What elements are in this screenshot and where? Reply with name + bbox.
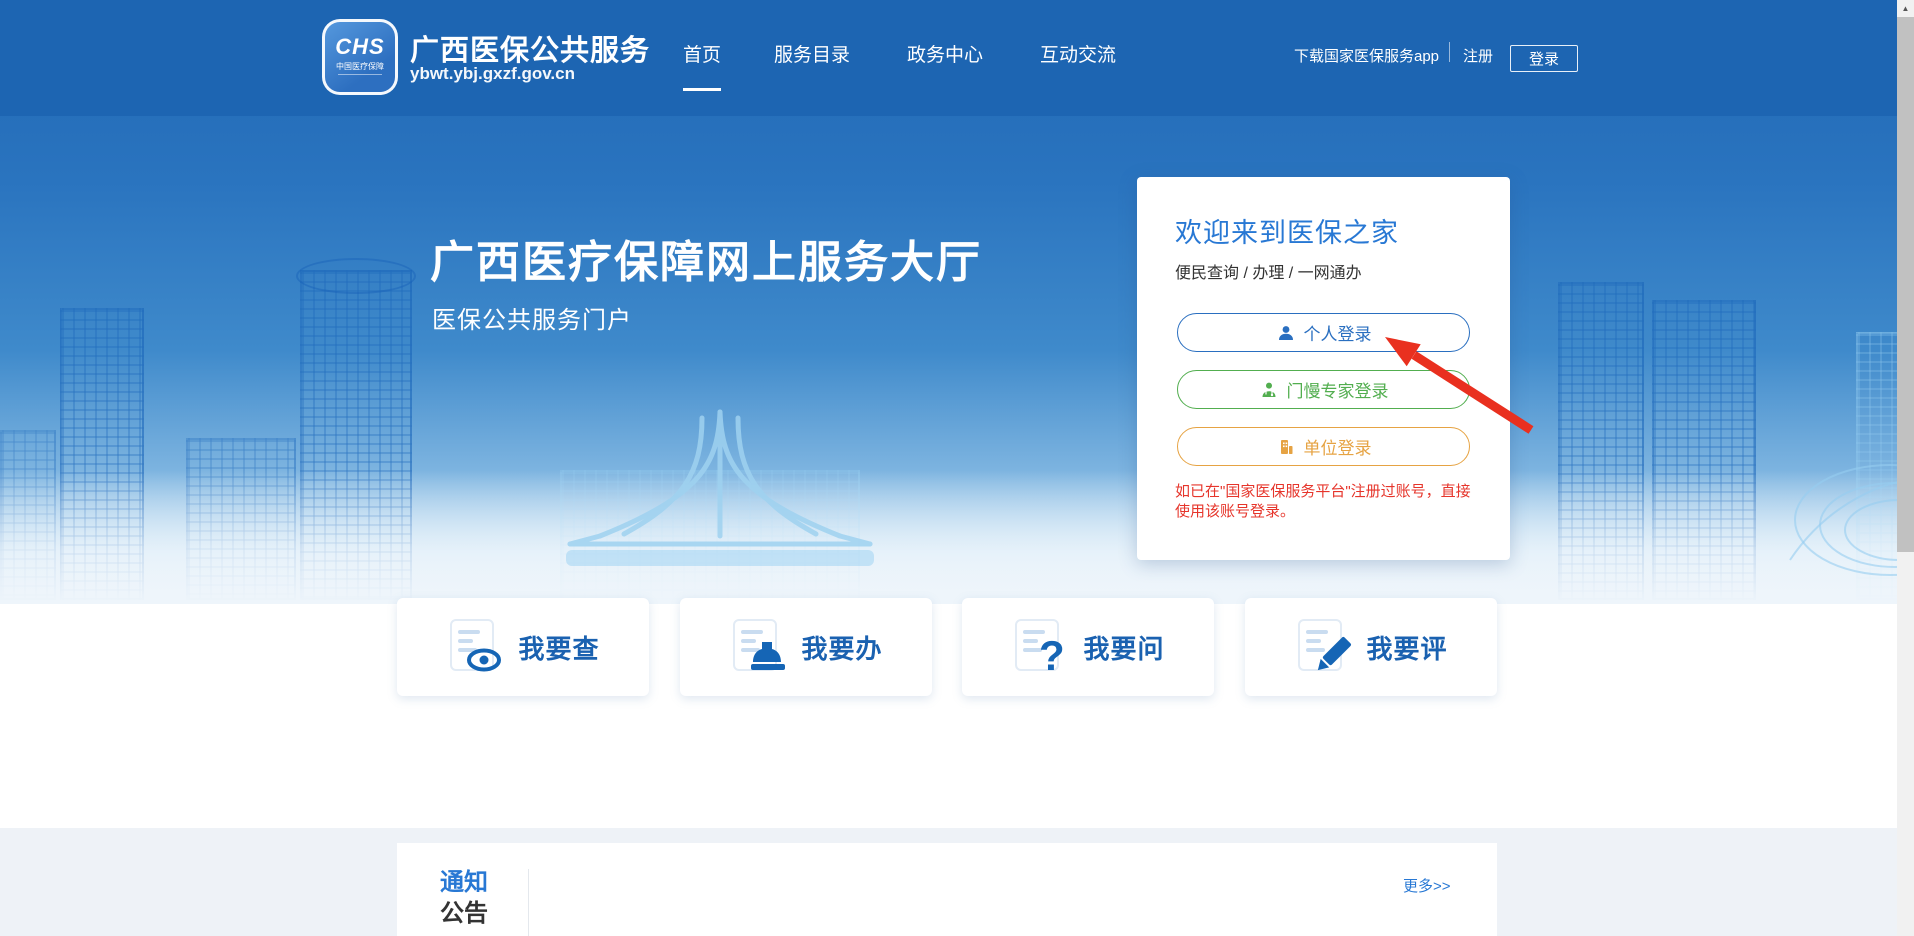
svg-text:?: ? [1039, 632, 1065, 676]
quick-action-query-label: 我要查 [518, 629, 599, 666]
quick-action-review[interactable]: 我要评 [1245, 598, 1497, 696]
nav-divider [1449, 42, 1450, 62]
person-icon [1276, 323, 1296, 343]
quick-action-handle[interactable]: 我要办 [680, 598, 932, 696]
chs-logo: CHS 中国医疗保障 [322, 19, 398, 95]
quick-action-ask-label: 我要问 [1083, 629, 1164, 666]
notice-title-line1: 通知 [440, 867, 488, 898]
expert-login-label: 门慢专家登录 [1287, 377, 1389, 402]
page-scrollbar[interactable]: ▲ [1897, 0, 1914, 936]
nav-item-home-label: 首页 [683, 45, 721, 66]
eye-icon [446, 618, 504, 676]
quick-action-handle-label: 我要办 [801, 629, 882, 666]
logo-subtext: 中国医疗保障 [336, 61, 384, 72]
notice-more-link[interactable]: 更多>> [1403, 875, 1451, 896]
scrollbar-up-arrow[interactable]: ▲ [1897, 0, 1914, 17]
page: CHS 中国医疗保障 广西医保公共服务 ybwt.ybj.gxzf.gov.cn… [0, 0, 1914, 936]
nav-item-home[interactable]: 首页 [683, 40, 721, 67]
stamp-icon [729, 618, 787, 676]
logo-divider [338, 74, 382, 79]
hero-fade [0, 470, 1914, 604]
unit-login-label: 单位登录 [1304, 434, 1372, 459]
welcome-subtitle: 便民查询 / 办理 / 一网通办 [1175, 259, 1362, 283]
nav-item-gov-center[interactable]: 政务中心 [907, 40, 983, 67]
nav-item-service-catalog[interactable]: 服务目录 [774, 40, 850, 67]
content-background [0, 604, 1914, 828]
quick-action-query[interactable]: 我要查 [397, 598, 649, 696]
question-icon: ? [1011, 618, 1069, 676]
notice-card: 通知 公告 更多>> [397, 843, 1497, 936]
notice-title: 通知 公告 [440, 867, 488, 929]
personal-login-label: 个人登录 [1304, 320, 1372, 345]
personal-login-button[interactable]: 个人登录 [1177, 313, 1470, 352]
nav-item-interaction-label: 互动交流 [1040, 45, 1116, 66]
notice-title-line2: 公告 [440, 898, 488, 929]
quick-action-review-label: 我要评 [1366, 629, 1447, 666]
download-app-link[interactable]: 下载国家医保服务app [1294, 45, 1439, 66]
quick-action-ask[interactable]: ? 我要问 [962, 598, 1214, 696]
notice-divider [528, 869, 529, 936]
logo-text: CHS [335, 36, 384, 58]
top-navbar: CHS 中国医疗保障 广西医保公共服务 ybwt.ybj.gxzf.gov.cn… [0, 0, 1914, 116]
scrollbar-thumb[interactable] [1897, 17, 1914, 552]
active-tab-underline [683, 88, 721, 91]
hero-subtitle: 医保公共服务门户 [432, 300, 632, 335]
site-title: 广西医保公共服务 [410, 27, 650, 69]
unit-login-button[interactable]: 单位登录 [1177, 427, 1470, 466]
building-icon [1276, 437, 1296, 457]
expert-login-button[interactable]: 门慢专家登录 [1177, 370, 1470, 409]
login-button[interactable]: 登录 [1510, 45, 1578, 72]
welcome-login-card: 欢迎来到医保之家 便民查询 / 办理 / 一网通办 个人登录 门慢专家登录 单位… [1137, 177, 1510, 560]
account-note: 如已在"国家医保服务平台"注册过账号，直接使用该账号登录。 [1175, 482, 1480, 522]
hero-title: 广西医疗保障网上服务大厅 [430, 226, 982, 290]
nav-item-interaction[interactable]: 互动交流 [1040, 40, 1116, 67]
nav-item-gov-label: 政务中心 [907, 45, 983, 66]
welcome-title: 欢迎来到医保之家 [1175, 211, 1399, 250]
site-url: ybwt.ybj.gxzf.gov.cn [410, 64, 575, 84]
register-link[interactable]: 注册 [1463, 45, 1493, 66]
nav-item-catalog-label: 服务目录 [774, 45, 850, 66]
pencil-icon [1294, 618, 1352, 676]
doctor-icon [1259, 380, 1279, 400]
